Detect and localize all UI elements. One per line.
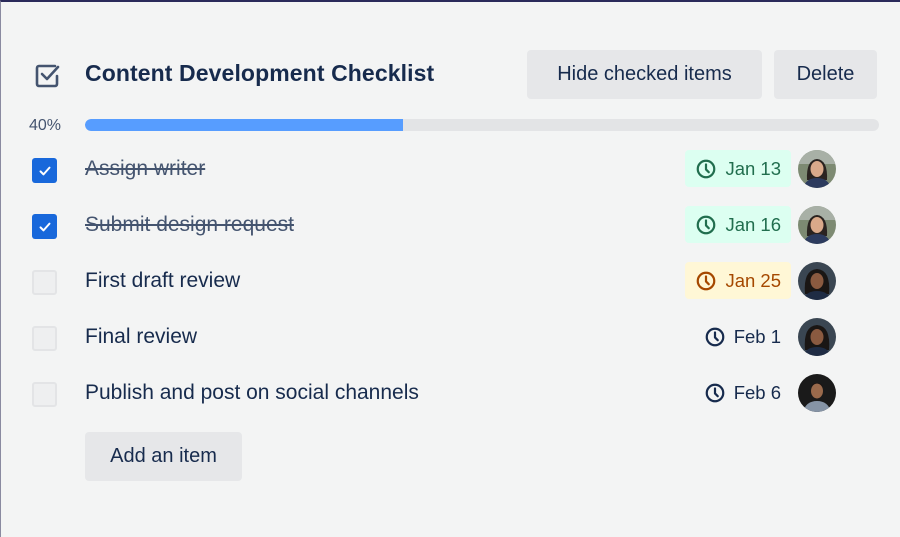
- due-date-text: Jan 13: [725, 157, 781, 179]
- clock-icon: [697, 215, 716, 234]
- checklist-title[interactable]: Content Development Checklist: [85, 60, 434, 87]
- checkmark-icon: [39, 222, 50, 231]
- add-item-button[interactable]: Add an item: [85, 432, 242, 481]
- item-checkbox[interactable]: [32, 382, 57, 407]
- due-date-badge[interactable]: Feb 6: [694, 374, 791, 411]
- checklist-item[interactable]: Publish and post on social channels Feb …: [1, 366, 900, 418]
- assignee-avatar[interactable]: [798, 150, 836, 188]
- clock-icon: [697, 159, 716, 178]
- item-text[interactable]: Submit design request: [85, 213, 294, 237]
- item-checkbox[interactable]: [32, 270, 57, 295]
- delete-checklist-button[interactable]: Delete: [774, 50, 877, 99]
- item-checkbox[interactable]: [32, 326, 57, 351]
- progress-percent: 40%: [29, 117, 62, 134]
- due-date-text: Jan 25: [725, 269, 781, 291]
- item-text[interactable]: First draft review: [85, 269, 240, 293]
- due-date-badge[interactable]: Jan 16: [685, 206, 791, 243]
- checklist-header: Content Development Checklist Hide check…: [1, 48, 900, 100]
- clock-icon: [697, 271, 716, 290]
- item-text[interactable]: Publish and post on social channels: [85, 381, 419, 405]
- hide-checked-items-button[interactable]: Hide checked items: [527, 50, 762, 99]
- checklist-item[interactable]: Final review Feb 1: [1, 310, 900, 362]
- progress-track: [85, 119, 879, 131]
- checklist-item[interactable]: Assign writer Jan 13: [1, 142, 900, 194]
- checklist-item[interactable]: Submit design request Jan 16: [1, 198, 900, 250]
- item-text[interactable]: Assign writer: [85, 157, 205, 181]
- item-text[interactable]: Final review: [85, 325, 197, 349]
- checklist-progress: 40%: [1, 114, 900, 138]
- checkmark-icon: [39, 166, 50, 175]
- assignee-avatar[interactable]: [798, 318, 836, 356]
- progress-fill: [85, 119, 403, 131]
- item-checkbox[interactable]: [32, 158, 57, 183]
- assignee-avatar[interactable]: [798, 374, 836, 412]
- due-date-badge[interactable]: Feb 1: [694, 318, 791, 355]
- item-checkbox[interactable]: [32, 214, 57, 239]
- assignee-avatar[interactable]: [798, 206, 836, 244]
- clock-icon: [705, 383, 725, 402]
- due-date-text: Feb 1: [733, 325, 781, 347]
- checklist-item[interactable]: First draft review Jan 25: [1, 254, 900, 306]
- due-date-text: Feb 6: [733, 381, 781, 403]
- checkbox-checked-icon: [34, 62, 62, 90]
- clock-icon: [705, 327, 725, 346]
- due-date-text: Jan 16: [725, 213, 781, 235]
- assignee-avatar[interactable]: [798, 262, 836, 300]
- due-date-badge[interactable]: Jan 25: [685, 262, 791, 299]
- due-date-badge[interactable]: Jan 13: [685, 150, 791, 187]
